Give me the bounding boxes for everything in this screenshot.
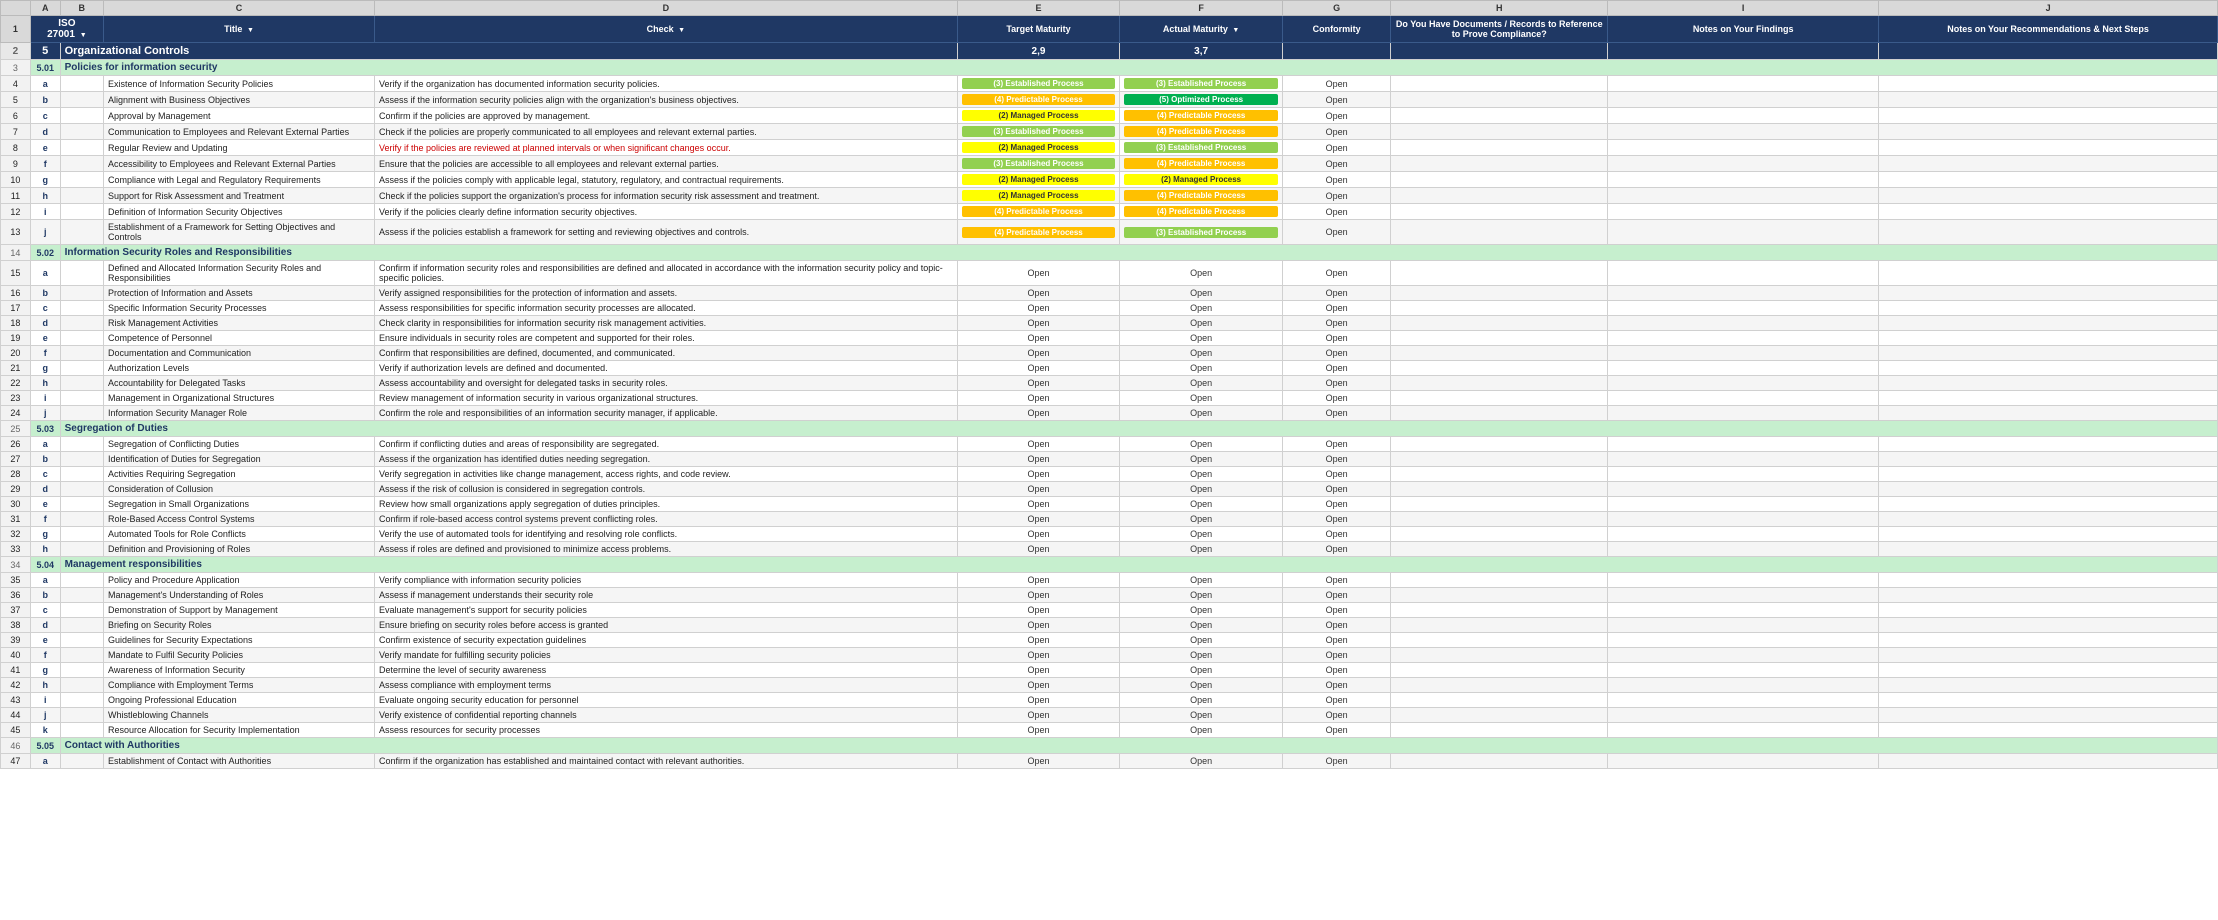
corner-cell xyxy=(1,1,31,16)
col-letter-e: E xyxy=(957,1,1120,16)
table-row: 5 b Alignment with Business Objectives A… xyxy=(1,92,2218,108)
section-5-summary-row: 2 5 Organizational Controls 2,9 3,7 xyxy=(1,43,2218,60)
table-row: 7 d Communication to Employees and Relev… xyxy=(1,124,2218,140)
table-row: 27 b Identification of Duties for Segreg… xyxy=(1,452,2218,467)
table-row: 23 i Management in Organizational Struct… xyxy=(1,391,2218,406)
table-row: 29 d Consideration of Collusion Assess i… xyxy=(1,482,2218,497)
table-row: 32 g Automated Tools for Role Conflicts … xyxy=(1,527,2218,542)
table-row: 40 f Mandate to Fulfil Security Policies… xyxy=(1,648,2218,663)
table-row: 38 d Briefing on Security Roles Ensure b… xyxy=(1,618,2218,633)
table-row: 10 g Compliance with Legal and Regulator… xyxy=(1,172,2218,188)
table-row: 21 g Authorization Levels Verify if auth… xyxy=(1,361,2218,376)
section-5-findings xyxy=(1608,43,1879,60)
col-letter-a: A xyxy=(30,1,60,16)
conformity-header[interactable]: Conformity xyxy=(1282,16,1390,43)
table-row: 30 e Segregation in Small Organizations … xyxy=(1,497,2218,512)
target-maturity-header[interactable]: Target Maturity xyxy=(957,16,1120,43)
table-row: 19 e Competence of Personnel Ensure indi… xyxy=(1,331,2218,346)
table-row: 11 h Support for Risk Assessment and Tre… xyxy=(1,188,2218,204)
row-num-3: 3 xyxy=(1,60,31,76)
col-letter-d: D xyxy=(375,1,958,16)
table-row: 8 e Regular Review and Updating Verify i… xyxy=(1,140,2218,156)
row-num-2: 2 xyxy=(1,43,31,60)
section-5-num: 5 xyxy=(30,43,60,60)
section-5-recs xyxy=(1879,43,2218,60)
table-row: 35 a Policy and Procedure Application Ve… xyxy=(1,573,2218,588)
table-row: 17 c Specific Information Security Proce… xyxy=(1,301,2218,316)
table-row: 22 h Accountability for Delegated Tasks … xyxy=(1,376,2218,391)
recommendations-header[interactable]: Notes on Your Recommendations & Next Ste… xyxy=(1879,16,2218,43)
header-row: 1 ISO27001 ▼ Title ▼ Check ▼ Target Matu… xyxy=(1,16,2218,43)
iso-header: ISO27001 ▼ xyxy=(30,16,103,43)
documents-header[interactable]: Do You Have Documents / Records to Refer… xyxy=(1391,16,1608,43)
table-row: 31 f Role-Based Access Control Systems C… xyxy=(1,512,2218,527)
actual-maturity-header[interactable]: Actual Maturity ▼ xyxy=(1120,16,1283,43)
title-header[interactable]: Title ▼ xyxy=(103,16,374,43)
col-letter-i: I xyxy=(1608,1,1879,16)
main-spreadsheet: A B C D E F G H I J 1 ISO27001 ▼ Title ▼… xyxy=(0,0,2218,769)
section-505-header: 46 5.05 Contact with Authorities xyxy=(1,738,2218,754)
col-letter-b: B xyxy=(60,1,103,16)
section-5-conformity xyxy=(1282,43,1390,60)
col-letter-c: C xyxy=(103,1,374,16)
section-5-actual: 3,7 xyxy=(1120,43,1283,60)
table-row: 6 c Approval by Management Confirm if th… xyxy=(1,108,2218,124)
table-row: 18 d Risk Management Activities Check cl… xyxy=(1,316,2218,331)
table-row: 15 a Defined and Allocated Information S… xyxy=(1,261,2218,286)
table-row: 39 e Guidelines for Security Expectation… xyxy=(1,633,2218,648)
section-501-id: 5.01 xyxy=(30,60,60,76)
check-header[interactable]: Check ▼ xyxy=(375,16,958,43)
section-5-title: Organizational Controls xyxy=(60,43,957,60)
table-row: 44 j Whistleblowing Channels Verify exis… xyxy=(1,708,2218,723)
table-row: 26 a Segregation of Conflicting Duties C… xyxy=(1,437,2218,452)
section-5-docs xyxy=(1391,43,1608,60)
col-letter-f: F xyxy=(1120,1,1283,16)
table-row: 28 c Activities Requiring Segregation Ve… xyxy=(1,467,2218,482)
table-row: 42 h Compliance with Employment Terms As… xyxy=(1,678,2218,693)
table-row: 47 a Establishment of Contact with Autho… xyxy=(1,754,2218,769)
section-503-header: 25 5.03 Segregation of Duties xyxy=(1,421,2218,437)
table-row: 9 f Accessibility to Employees and Relev… xyxy=(1,156,2218,172)
table-row: 24 j Information Security Manager Role C… xyxy=(1,406,2218,421)
table-row: 4 a Existence of Information Security Po… xyxy=(1,76,2218,92)
table-row: 37 c Demonstration of Support by Managem… xyxy=(1,603,2218,618)
table-row: 20 f Documentation and Communication Con… xyxy=(1,346,2218,361)
findings-header[interactable]: Notes on Your Findings xyxy=(1608,16,1879,43)
table-row: 36 b Management's Understanding of Roles… xyxy=(1,588,2218,603)
section-501-header: 3 5.01 Policies for information security xyxy=(1,60,2218,76)
table-row: 12 i Definition of Information Security … xyxy=(1,204,2218,220)
table-row: 13 j Establishment of a Framework for Se… xyxy=(1,220,2218,245)
col-letter-g: G xyxy=(1282,1,1390,16)
col-letter-j: J xyxy=(1879,1,2218,16)
table-row: 45 k Resource Allocation for Security Im… xyxy=(1,723,2218,738)
table-row: 33 h Definition and Provisioning of Role… xyxy=(1,542,2218,557)
column-letter-row: A B C D E F G H I J xyxy=(1,1,2218,16)
section-501-label: Policies for information security xyxy=(60,60,2217,76)
section-502-header: 14 5.02 Information Security Roles and R… xyxy=(1,245,2218,261)
col-letter-h: H xyxy=(1391,1,1608,16)
section-504-header: 34 5.04 Management responsibilities xyxy=(1,557,2218,573)
table-row: 43 i Ongoing Professional Education Eval… xyxy=(1,693,2218,708)
section-5-target: 2,9 xyxy=(957,43,1120,60)
table-row: 41 g Awareness of Information Security D… xyxy=(1,663,2218,678)
table-row: 16 b Protection of Information and Asset… xyxy=(1,286,2218,301)
row-number-header: 1 xyxy=(1,16,31,43)
